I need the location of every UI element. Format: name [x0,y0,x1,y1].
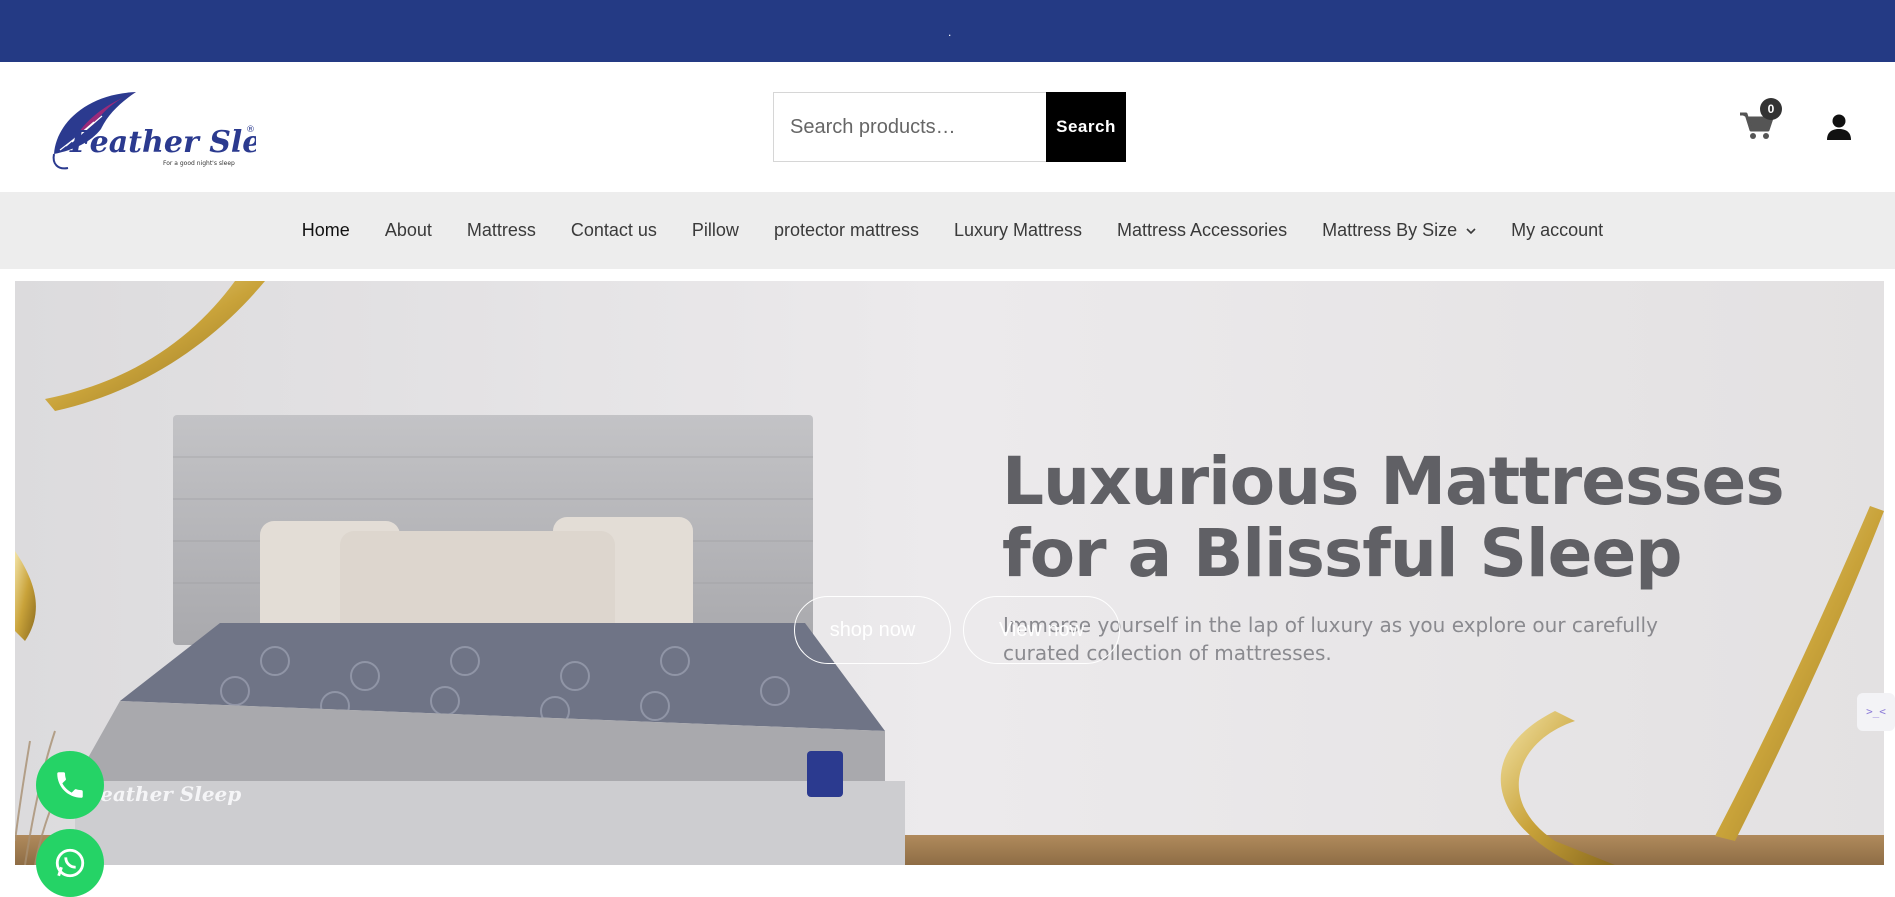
view-now-button[interactable]: View now [963,596,1120,664]
hero-title: Luxurious Mattresses for a Blissful Slee… [1002,446,1822,590]
registered-mark: ® [246,125,255,135]
nav-item-mattress-accessories[interactable]: Mattress Accessories [1100,220,1305,241]
nav-item-luxury-mattress[interactable]: Luxury Mattress [936,220,1099,241]
search-form: Search [773,92,1126,162]
hero-title-line-2: for a Blissful Sleep [1002,515,1682,592]
search-input[interactable] [773,92,1046,162]
nav-item-mattress-by-size-label: Mattress By Size [1322,220,1458,240]
search-button[interactable]: Search [1046,92,1126,162]
site-header: Feather Sleep ® For a good night's sleep… [0,62,1895,192]
call-button[interactable] [36,751,104,819]
nav-item-about[interactable]: About [367,220,449,241]
chevron-down-icon [1466,227,1476,234]
announcement-bar: . [0,0,1895,62]
hero-banner: Feather Sleep Luxurious Mattresses for a… [15,281,1884,865]
phone-icon [57,772,83,798]
nav-item-pillow[interactable]: Pillow [674,220,756,241]
side-widget-tab[interactable]: >_< [1857,693,1895,731]
nav-item-mattress[interactable]: Mattress [449,220,553,241]
brand-tagline: For a good night's sleep [163,160,235,167]
whatsapp-icon [55,848,85,878]
main-navigation: Home About Mattress Contact us Pillow pr… [0,192,1895,269]
announcement-text: . [948,25,952,39]
whatsapp-button[interactable] [36,829,104,897]
brand-name: Feather Sleep [69,125,256,160]
user-icon[interactable] [1826,113,1852,141]
nav-item-my-account[interactable]: My account [1494,220,1621,241]
mattress-brand-label: Feather Sleep [86,782,241,806]
hero-title-line-1: Luxurious Mattresses [1002,443,1785,520]
nav-item-home[interactable]: Home [284,220,367,241]
shop-now-button[interactable]: shop now [794,596,951,664]
cart-count-badge: 0 [1760,98,1782,120]
brand-logo[interactable]: Feather Sleep ® For a good night's sleep [46,84,256,174]
nav-item-mattress-by-size[interactable]: Mattress By Size [1305,220,1494,241]
nav-item-contact-us[interactable]: Contact us [553,220,674,241]
nav-item-protector-mattress[interactable]: protector mattress [756,220,936,241]
